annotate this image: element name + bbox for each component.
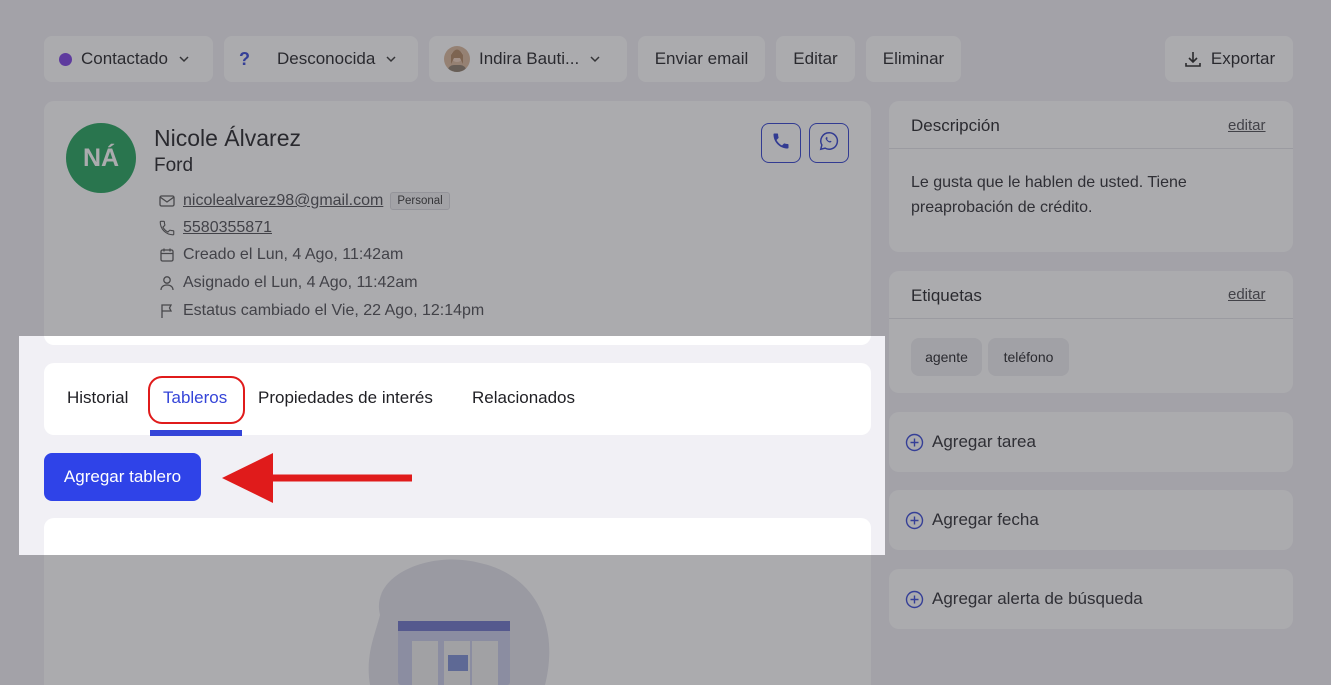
email-link[interactable]: nicolealvarez98@gmail.com bbox=[183, 192, 383, 210]
active-tab-indicator bbox=[150, 430, 242, 436]
tab-historial[interactable]: Historial bbox=[67, 388, 128, 408]
description-text: Le gusta que le hablen de usted. Tiene p… bbox=[911, 174, 1187, 216]
divider bbox=[889, 318, 1293, 319]
contact-company: Ford bbox=[154, 155, 194, 176]
assigned-row: Asignado el Lun, 4 Ago, 11:42am bbox=[158, 272, 418, 294]
status-label: Contactado bbox=[81, 49, 168, 68]
description-title: Descripción bbox=[911, 116, 1000, 135]
tag-chip[interactable]: teléfono bbox=[988, 338, 1069, 376]
phone-icon bbox=[771, 131, 791, 156]
created-text: Creado el Lun, 4 Ago, 11:42am bbox=[183, 246, 404, 263]
flag-icon bbox=[158, 302, 176, 320]
chevron-down-icon bbox=[385, 53, 397, 65]
plus-circle-icon bbox=[905, 511, 924, 530]
add-board-button[interactable]: Agregar tablero bbox=[44, 453, 201, 501]
email-row: nicolealvarez98@gmail.com Personal bbox=[158, 190, 450, 212]
question-mark-icon: ? bbox=[239, 48, 250, 69]
avatar: NÁ bbox=[66, 123, 136, 193]
annotation-arrow-icon bbox=[222, 453, 412, 503]
delete-button[interactable]: Eliminar bbox=[866, 36, 961, 82]
tab-propiedades[interactable]: Propiedades de interés bbox=[258, 388, 433, 408]
created-row: Creado el Lun, 4 Ago, 11:42am bbox=[158, 244, 403, 266]
add-search-alert-button[interactable]: Agregar alerta de búsqueda bbox=[889, 569, 1293, 629]
source-dropdown[interactable]: ? Desconocida bbox=[224, 36, 418, 82]
export-label: Exportar bbox=[1210, 49, 1276, 68]
user-icon bbox=[158, 274, 176, 292]
agent-label: Indira Bauti... bbox=[479, 49, 580, 68]
contact-name: Nicole Álvarez bbox=[154, 125, 301, 151]
status-dot-icon bbox=[59, 52, 72, 66]
plus-circle-icon bbox=[905, 433, 924, 452]
add-task-button[interactable]: Agregar tarea bbox=[889, 412, 1293, 472]
divider bbox=[889, 148, 1293, 149]
plus-circle-icon bbox=[905, 590, 924, 609]
delete-label: Eliminar bbox=[882, 49, 945, 68]
email-type-badge: Personal bbox=[390, 192, 450, 210]
empty-state-illustration-icon bbox=[368, 559, 550, 685]
tab-relacionados[interactable]: Relacionados bbox=[472, 388, 575, 408]
add-date-button[interactable]: Agregar fecha bbox=[889, 490, 1293, 550]
agent-dropdown[interactable]: Indira Bauti... bbox=[429, 36, 627, 82]
add-search-alert-label: Agregar alerta de búsqueda bbox=[932, 589, 1143, 608]
tags-title: Etiquetas bbox=[911, 286, 982, 305]
source-label: Desconocida bbox=[277, 49, 376, 68]
edit-label: Editar bbox=[793, 49, 838, 68]
mail-icon bbox=[158, 192, 176, 210]
phone-link[interactable]: 5580355871 bbox=[183, 219, 272, 237]
edit-button[interactable]: Editar bbox=[776, 36, 855, 82]
send-email-button[interactable]: Enviar email bbox=[638, 36, 765, 82]
chevron-down-icon bbox=[589, 53, 601, 65]
phone-row: 5580355871 bbox=[158, 217, 272, 239]
add-date-label: Agregar fecha bbox=[932, 510, 1039, 529]
whatsapp-icon bbox=[818, 130, 840, 157]
description-edit-link[interactable]: editar bbox=[1228, 117, 1266, 134]
tag-chip[interactable]: agente bbox=[911, 338, 982, 376]
status-changed-text: Estatus cambiado el Vie, 22 Ago, 12:14pm bbox=[183, 302, 485, 319]
annotation-circle bbox=[148, 376, 245, 424]
status-dropdown[interactable]: Contactado bbox=[44, 36, 213, 82]
chevron-down-icon bbox=[178, 53, 190, 65]
export-button[interactable]: Exportar bbox=[1165, 36, 1293, 82]
agent-avatar bbox=[444, 46, 470, 72]
download-icon bbox=[1183, 49, 1203, 69]
phone-icon bbox=[158, 219, 176, 237]
add-task-label: Agregar tarea bbox=[932, 432, 1036, 451]
send-email-label: Enviar email bbox=[654, 49, 749, 68]
assigned-text: Asignado el Lun, 4 Ago, 11:42am bbox=[183, 274, 418, 291]
tags-edit-link[interactable]: editar bbox=[1228, 286, 1266, 303]
call-button[interactable] bbox=[761, 123, 801, 163]
calendar-icon bbox=[158, 246, 176, 264]
status-changed-row: Estatus cambiado el Vie, 22 Ago, 12:14pm bbox=[158, 300, 484, 322]
whatsapp-button[interactable] bbox=[809, 123, 849, 163]
